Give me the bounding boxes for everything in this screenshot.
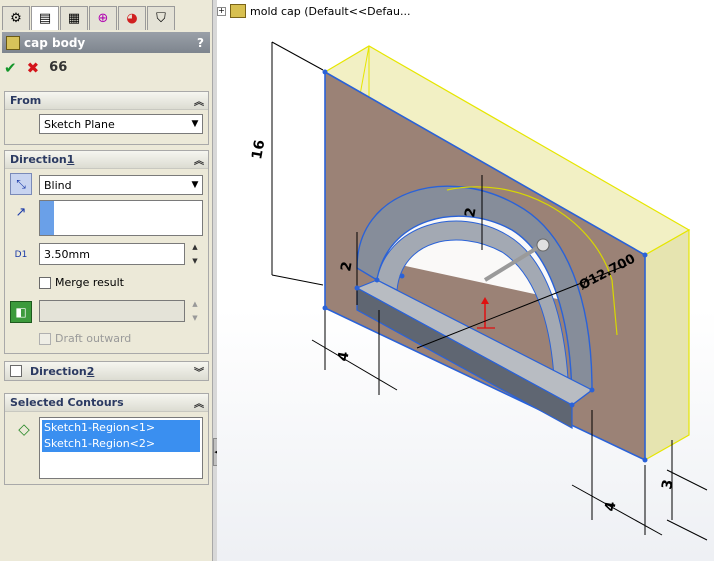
direction2-group: Direction 2 ︾	[4, 361, 209, 381]
depth-icon: D1	[10, 244, 32, 266]
direction2-label-number: 2	[86, 364, 95, 378]
filter-icon: ⛉	[156, 11, 166, 26]
expand-icon: ︾	[194, 367, 204, 379]
action-buttons: ✔ ✖ 66	[4, 58, 67, 78]
plate-right-face	[644, 228, 690, 462]
checkbox-box	[10, 365, 22, 377]
ok-button[interactable]: ✔	[4, 58, 17, 78]
from-label: From	[10, 94, 42, 107]
direction2-checkbox[interactable]	[10, 365, 22, 377]
contour-icon: ◇	[18, 420, 30, 438]
contours-list[interactable]: Sketch1-Region<1> Sketch1-Region<2>	[39, 417, 203, 479]
end-condition-value: Blind	[44, 178, 72, 192]
merge-result-label: Merge result	[55, 276, 124, 289]
configuration-manager-tab[interactable]: ▦	[60, 6, 88, 30]
property-manager-icon: ▤	[38, 11, 52, 26]
extrude-feature-icon	[6, 35, 20, 50]
draft-angle-input[interactable]	[39, 300, 185, 322]
checkbox-box	[39, 332, 51, 345]
display-manager-tab[interactable]: ◕	[118, 6, 146, 30]
draft-angle-spinner[interactable]: ▲ ▼	[189, 300, 201, 322]
filter-tab[interactable]: ⛉	[147, 6, 175, 30]
from-select[interactable]: Sketch Plane ▼	[39, 114, 203, 134]
feature-manager-tab[interactable]: ⚙	[2, 6, 30, 30]
depth-symbol: D1	[14, 250, 28, 260]
property-manager-panel: ⚙ ▤ ▦ ⊕ ◕ ⛉ cap body ? ✔ ✖ 66 From ︽ Ske…	[0, 0, 213, 561]
feature-tree-flyout: + mold cap (Default<<Defau...	[217, 4, 410, 18]
help-button[interactable]: ?	[197, 36, 204, 50]
selected-contours-group: Selected Contours ︽ ◇ Sketch1-Region<1> …	[4, 393, 209, 485]
spin-down-icon: ▼	[192, 314, 198, 322]
direction-of-extrusion-box[interactable]	[39, 200, 203, 236]
collapse-icon: ︽	[194, 97, 204, 108]
checkbox-box	[39, 276, 51, 289]
chevron-down-icon: ▼	[191, 180, 199, 190]
property-manager-tab[interactable]: ▤	[31, 6, 59, 30]
contour-item[interactable]: Sketch1-Region<2>	[42, 436, 200, 452]
feature-name: cap body	[24, 35, 86, 50]
draft-outward-label: Draft outward	[55, 332, 132, 345]
configuration-manager-icon: ▦	[67, 11, 81, 26]
spin-up-icon: ▲	[192, 300, 198, 308]
dim-width-left[interactable]: 4	[335, 350, 352, 363]
depth-spinner[interactable]: ▲ ▼	[189, 243, 201, 265]
direction2-group-header[interactable]: Direction 2 ︾	[5, 362, 208, 380]
direction2-label-prefix: Direction	[30, 364, 87, 378]
dimxpert-icon: ⊕	[97, 11, 109, 26]
graphics-area[interactable]: 16 2 2 Ø12.700 4 4 3 + mold cap (Default…	[217, 0, 714, 561]
drag-handle-end[interactable]	[536, 238, 550, 252]
tree-root-label[interactable]: mold cap (Default<<Defau...	[250, 5, 410, 18]
collapse-icon: ︽	[194, 399, 204, 410]
selection-focus-bar	[40, 201, 54, 235]
direction1-group: Direction 1 ︽ ⤡ Blind ▼ ↗ D1 3.50mm ▲ ▼ M…	[4, 150, 209, 354]
draft-outward-checkbox[interactable]: Draft outward	[39, 332, 131, 345]
spin-up-icon: ▲	[192, 243, 198, 251]
dim-width-right[interactable]: 4	[602, 500, 619, 513]
display-manager-icon: ◕	[126, 11, 138, 26]
dimxpert-tab[interactable]: ⊕	[89, 6, 117, 30]
from-group: From ︽ Sketch Plane ▼	[4, 91, 209, 145]
selected-contours-label: Selected Contours	[10, 396, 124, 409]
direction1-label-prefix: Direction	[10, 153, 67, 166]
direction-of-extrusion-icon: ↗	[15, 204, 27, 220]
direction1-group-header[interactable]: Direction 1 ︽	[5, 151, 208, 169]
from-selected-value: Sketch Plane	[44, 117, 115, 131]
depth-value: 3.50mm	[44, 247, 90, 261]
cancel-button[interactable]: ✖	[27, 58, 40, 78]
manager-tabs: ⚙ ▤ ▦ ⊕ ◕ ⛉	[2, 6, 176, 30]
selected-contours-header[interactable]: Selected Contours ︽	[5, 394, 208, 412]
from-group-header[interactable]: From ︽	[5, 92, 208, 110]
reverse-direction-button[interactable]: ⤡	[10, 173, 32, 195]
detailed-preview-button[interactable]: 66	[49, 58, 67, 78]
end-condition-select[interactable]: Blind ▼	[39, 175, 203, 195]
part-icon	[230, 4, 246, 18]
merge-result-checkbox[interactable]: Merge result	[39, 276, 124, 289]
draft-icon: ◧	[15, 305, 27, 319]
model-view: 16 2 2 Ø12.700 4 4 3	[249, 41, 708, 541]
draft-toggle-button[interactable]: ◧	[10, 301, 32, 323]
spin-down-icon: ▼	[192, 257, 198, 265]
feature-manager-icon: ⚙	[10, 11, 22, 26]
collapse-icon: ︽	[194, 156, 204, 167]
dim-depth[interactable]: 3	[659, 478, 676, 490]
contour-item[interactable]: Sketch1-Region<1>	[42, 420, 200, 436]
direction1-label-number: 1	[66, 153, 75, 166]
depth-input[interactable]: 3.50mm	[39, 243, 185, 265]
feature-title-bar: cap body ?	[2, 32, 210, 53]
chevron-down-icon: ▼	[191, 119, 199, 129]
expand-tree-button[interactable]: +	[217, 6, 226, 16]
reverse-direction-icon: ⤡	[16, 176, 26, 191]
dim-height[interactable]: 16	[249, 139, 268, 161]
